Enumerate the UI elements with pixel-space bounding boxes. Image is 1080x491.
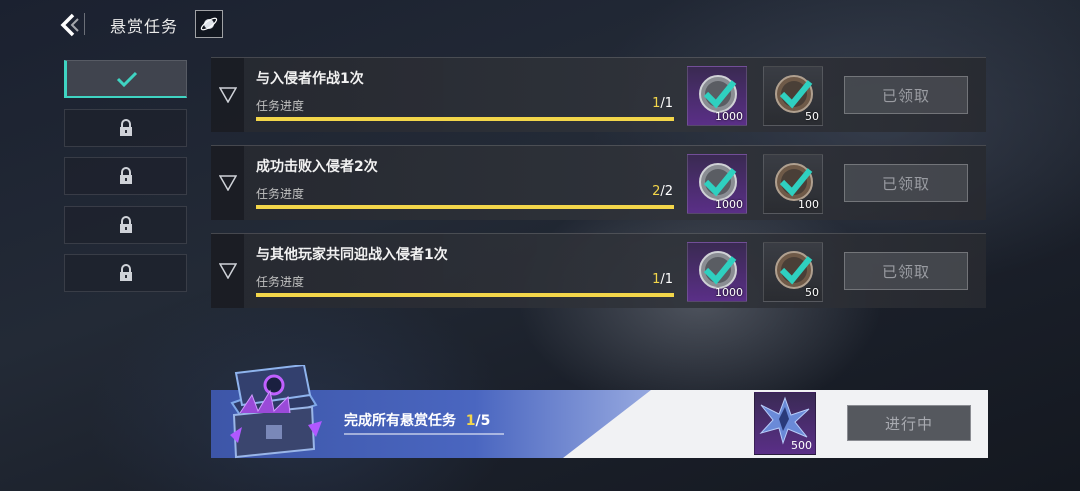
progress-value: 1/1: [652, 96, 673, 111]
task-expand-toggle[interactable]: [211, 234, 244, 308]
progress-bar: [256, 117, 674, 121]
reward-item[interactable]: 1000: [687, 66, 747, 126]
progress-label: 任务进度: [256, 187, 305, 201]
progress-total: /1: [660, 272, 673, 287]
reward-qty: 100: [798, 198, 819, 211]
crystal-icon: [759, 396, 810, 445]
banner-progress-total: /5: [475, 413, 491, 429]
claimed-button-label: 已领取: [881, 86, 930, 105]
reward-qty: 1000: [715, 198, 743, 211]
task-expand-toggle[interactable]: [211, 146, 244, 220]
progress-bar: [256, 293, 674, 297]
task-row: 与其他玩家共同迎战入侵者1次 任务进度 1/1 1000 50 已领取: [211, 233, 986, 308]
planet-icon: [200, 17, 218, 31]
reward-item[interactable]: 1000: [687, 154, 747, 214]
page-title: 悬赏任务: [110, 17, 179, 36]
claimed-button[interactable]: 已领取: [844, 252, 968, 290]
in-progress-button-label: 进行中: [884, 414, 933, 433]
lock-icon: [119, 119, 132, 136]
banner-reward-item[interactable]: 500: [754, 392, 816, 455]
check-icon: [116, 71, 137, 87]
banner-label: 完成所有悬赏任务: [344, 413, 456, 429]
progress-bar: [256, 205, 674, 209]
triangle-down-icon: [218, 175, 237, 191]
info-button[interactable]: [195, 10, 223, 38]
in-progress-button[interactable]: 进行中: [847, 405, 971, 441]
task-name: 成功击败入侵者2次: [256, 159, 378, 175]
progress-bar-fill: [256, 117, 674, 121]
header: 悬赏任务: [0, 0, 1080, 48]
progress-value: 2/2: [652, 184, 673, 199]
reward-qty: 1000: [715, 110, 743, 123]
progress-label: 任务进度: [256, 99, 305, 113]
lock-icon: [119, 216, 132, 233]
claimed-button[interactable]: 已领取: [844, 164, 968, 202]
back-button[interactable]: [56, 12, 82, 38]
claimed-button-label: 已领取: [881, 174, 930, 193]
lock-icon: [119, 167, 132, 184]
task-row: 与入侵者作战1次 任务进度 1/1 1000 50 已领取: [211, 57, 986, 132]
reward-item[interactable]: 100: [763, 154, 823, 214]
progress-value: 1/1: [652, 272, 673, 287]
progress-bar-fill: [256, 293, 674, 297]
tab-task-1[interactable]: [64, 60, 187, 98]
tab-task-3[interactable]: [64, 157, 187, 195]
reward-qty: 1000: [715, 286, 743, 299]
reward-item[interactable]: 50: [763, 66, 823, 126]
tab-task-2[interactable]: [64, 109, 187, 147]
title-divider: [84, 13, 85, 35]
task-name: 与其他玩家共同迎战入侵者1次: [256, 247, 448, 263]
lock-icon: [119, 264, 132, 281]
banner-reward-qty: 500: [791, 439, 812, 452]
task-name: 与入侵者作战1次: [256, 71, 364, 87]
banner-progress-current: 1: [465, 413, 476, 429]
progress-total: /2: [660, 184, 673, 199]
triangle-down-icon: [218, 263, 237, 279]
reward-item[interactable]: 1000: [687, 242, 747, 302]
treasure-chest-icon: [230, 365, 322, 459]
reward-item[interactable]: 50: [763, 242, 823, 302]
banner-underline: [344, 433, 504, 435]
triangle-down-icon: [218, 87, 237, 103]
tab-task-4[interactable]: [64, 206, 187, 244]
progress-label: 任务进度: [256, 275, 305, 289]
task-expand-toggle[interactable]: [211, 58, 244, 132]
claimed-button[interactable]: 已领取: [844, 76, 968, 114]
reward-qty: 50: [805, 110, 819, 123]
chevron-left-icon: [60, 13, 79, 37]
task-row: 成功击败入侵者2次 任务进度 2/2 1000 100 已领取: [211, 145, 986, 220]
claimed-button-label: 已领取: [881, 262, 930, 281]
tab-task-5[interactable]: [64, 254, 187, 292]
banner-text: 完成所有悬赏任务 1/5: [344, 410, 490, 430]
reward-qty: 50: [805, 286, 819, 299]
progress-total: /1: [660, 96, 673, 111]
progress-bar-fill: [256, 205, 674, 209]
